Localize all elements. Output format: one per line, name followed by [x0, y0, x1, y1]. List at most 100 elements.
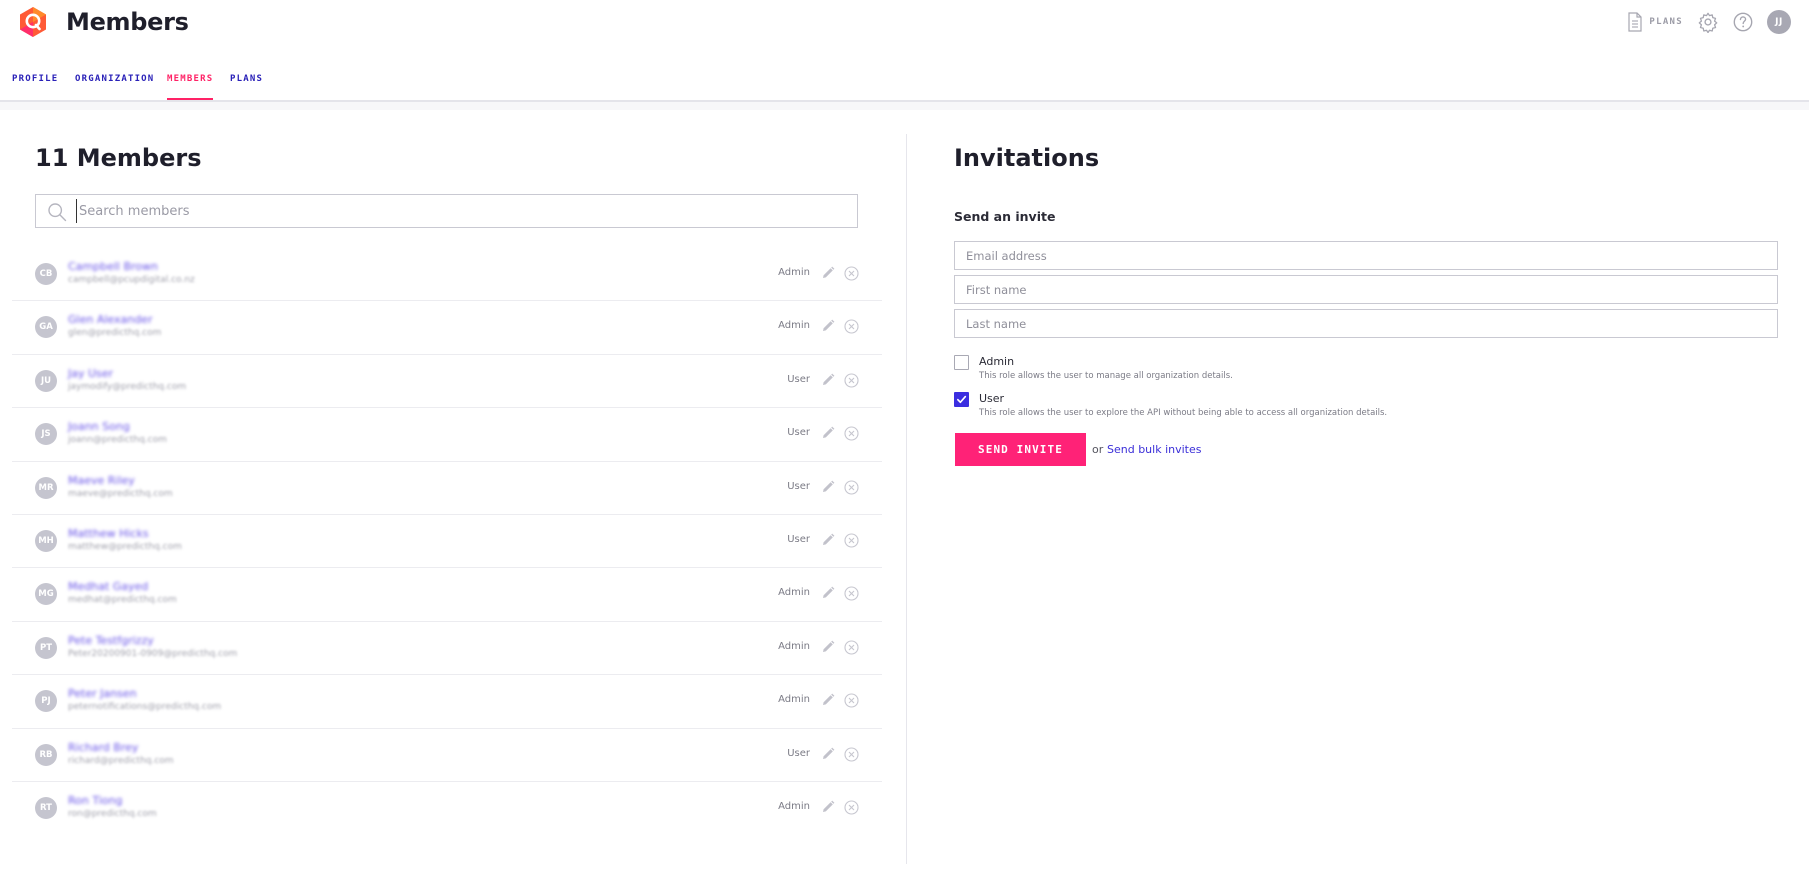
member-role: Admin [778, 640, 810, 652]
send-invite-heading: Send an invite [954, 209, 1056, 224]
last-name-field-wrapper [954, 309, 1778, 338]
tab-organization[interactable]: ORGANIZATION [75, 74, 154, 98]
settings-button[interactable] [1697, 11, 1719, 33]
member-row: RT Ron Tiong ron@predicthq.com Admin [12, 782, 882, 835]
edit-pencil-icon[interactable] [821, 319, 835, 333]
edit-pencil-icon[interactable] [821, 640, 835, 654]
member-row: CB Campbell Brown campbell@pcupdigital.co.… [12, 248, 882, 302]
member-email: jaymodify@predicthq.com [68, 381, 187, 392]
member-row: MR Maeve Riley maeve@predicthq.com User [12, 462, 882, 515]
edit-pencil-icon[interactable] [821, 373, 835, 387]
member-email: maeve@predicthq.com [68, 488, 173, 499]
remove-member-icon[interactable] [844, 266, 859, 281]
member-name-link[interactable]: Medhat Gayed [68, 580, 148, 593]
member-name-link[interactable]: Matthew Hicks [68, 527, 149, 540]
remove-member-icon[interactable] [844, 693, 859, 708]
member-avatar: JU [35, 369, 57, 392]
member-avatar: MR [35, 476, 57, 499]
edit-pencil-icon[interactable] [821, 800, 835, 814]
user-role-label: User [979, 392, 1005, 405]
tab-members[interactable]: MEMBERS [167, 74, 214, 100]
member-avatar: CB [35, 263, 57, 285]
last-name-field[interactable] [955, 310, 1777, 337]
email-field-wrapper [954, 241, 1778, 270]
page-title: Members [66, 8, 189, 36]
help-button[interactable] [1732, 11, 1754, 33]
member-avatar: JS [35, 423, 57, 446]
member-name-link[interactable]: Pete Testfgrizzy [68, 634, 154, 647]
edit-pencil-icon[interactable] [821, 693, 835, 707]
plans-link[interactable]: PLANS [1627, 12, 1683, 32]
member-name-link[interactable]: Jay User [68, 367, 113, 380]
member-avatar: GA [35, 316, 57, 339]
member-row: PJ Peter Jansen peternotifications@predict… [12, 675, 882, 729]
member-avatar: RT [35, 796, 57, 819]
member-row: PT Pete Testfgrizzy Peter20200901-0909@pre… [12, 622, 882, 676]
member-row: MH Matthew Hicks matthew@predicthq.com User [12, 515, 882, 569]
member-email: medhat@predicthq.com [68, 595, 177, 606]
remove-member-icon[interactable] [844, 319, 859, 334]
search-box [35, 194, 858, 228]
tab-plans[interactable]: PLANS [230, 74, 263, 98]
remove-member-icon[interactable] [844, 480, 859, 495]
member-email: matthew@predicthq.com [68, 541, 182, 552]
member-avatar: MG [35, 583, 57, 606]
tab-profile[interactable]: PROFILE [12, 74, 58, 98]
gear-icon [1698, 12, 1718, 33]
member-role: Admin [778, 800, 810, 812]
user-avatar[interactable]: JJ [1767, 10, 1791, 34]
email-field[interactable] [955, 242, 1777, 269]
remove-member-icon[interactable] [844, 640, 859, 655]
member-name-link[interactable]: Peter Jansen [68, 687, 137, 700]
edit-pencil-icon[interactable] [821, 426, 835, 440]
member-name-link[interactable]: Campbell Brown [68, 260, 158, 273]
member-role: User [787, 480, 810, 492]
remove-member-icon[interactable] [844, 373, 859, 388]
remove-member-icon[interactable] [844, 426, 859, 441]
plans-link-label: PLANS [1649, 17, 1683, 27]
member-role: Admin [778, 320, 810, 332]
edit-pencil-icon[interactable] [821, 266, 835, 280]
admin-role-description: This role allows the user to manage all … [979, 371, 1233, 381]
search-icon [48, 203, 67, 222]
remove-member-icon[interactable] [844, 533, 859, 548]
member-row: JS Joann Song joann@predicthq.com User [12, 408, 882, 462]
member-email: richard@predicthq.com [68, 755, 174, 766]
first-name-field[interactable] [955, 276, 1777, 303]
member-name-link[interactable]: Ron Tiong [68, 794, 122, 807]
member-name-link[interactable]: Joann Song [68, 420, 130, 433]
search-input[interactable] [76, 199, 846, 223]
main-content: 11 Members CB Campbell Brown campbell@pcup… [0, 110, 1809, 881]
member-row: JU Jay User jaymodify@predicthq.com User [12, 355, 882, 409]
member-row: GA Glen Alexander glen@predicthq.com Admin [12, 301, 882, 355]
remove-member-icon[interactable] [844, 586, 859, 601]
member-role: User [787, 427, 810, 439]
member-name-link[interactable]: Richard Brey [68, 741, 138, 754]
edit-pencil-icon[interactable] [821, 480, 835, 494]
member-role: User [787, 533, 810, 545]
member-name-link[interactable]: Maeve Riley [68, 474, 135, 487]
user-checkbox[interactable] [954, 392, 969, 407]
checkmark-icon [957, 395, 967, 404]
member-role: User [787, 747, 810, 759]
member-avatar: RB [35, 743, 57, 766]
top-bar: Members PLANS JJ [0, 0, 1809, 58]
member-role: Admin [778, 694, 810, 706]
send-invite-button[interactable]: SEND INVITE [955, 433, 1086, 466]
logo-icon[interactable] [18, 6, 48, 38]
member-name-link[interactable]: Glen Alexander [68, 313, 152, 326]
edit-pencil-icon[interactable] [821, 747, 835, 761]
edit-pencil-icon[interactable] [821, 533, 835, 547]
document-icon [1628, 12, 1643, 32]
member-email: joann@predicthq.com [68, 435, 167, 446]
admin-checkbox[interactable] [954, 355, 969, 370]
remove-member-icon[interactable] [844, 746, 859, 762]
send-bulk-invites-link[interactable]: Send bulk invites [1107, 443, 1201, 456]
edit-pencil-icon[interactable] [821, 586, 835, 600]
remove-member-icon[interactable] [844, 800, 859, 815]
member-role: Admin [778, 267, 810, 278]
member-avatar: MH [35, 529, 57, 552]
member-row: RB Richard Brey richard@predicthq.com User [12, 729, 882, 782]
invitations-title: Invitations [954, 144, 1100, 172]
member-role: Admin [778, 587, 810, 599]
